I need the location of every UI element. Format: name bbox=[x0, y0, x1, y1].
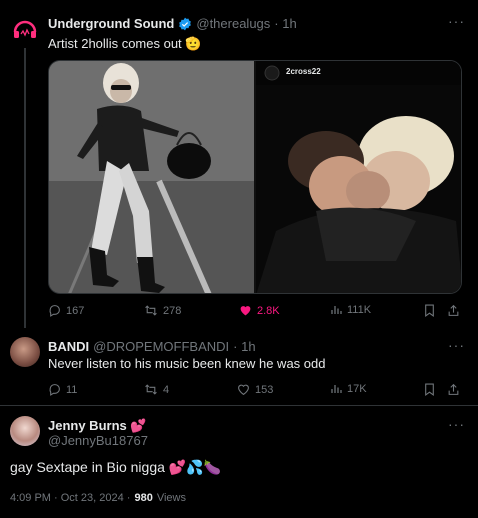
author-name[interactable]: Jenny Burns 💕 bbox=[48, 418, 147, 433]
reply-count: 167 bbox=[66, 304, 85, 317]
tweet-text: Never listen to his music been knew he w… bbox=[48, 356, 326, 371]
views-count: 17K bbox=[347, 383, 367, 395]
post-time[interactable]: · 1h bbox=[233, 339, 255, 354]
bookmark-button[interactable] bbox=[424, 383, 435, 401]
post-time[interactable]: · 1h bbox=[274, 16, 296, 31]
video-credit-label: 2cross22 bbox=[286, 67, 321, 76]
like-button[interactable]: 2.8K bbox=[239, 304, 280, 317]
tweet-meta: 4:09 PM · Oct 23, 2024 · 980 Views bbox=[10, 492, 186, 504]
author-handle[interactable]: @JennyBu18767 bbox=[48, 433, 148, 448]
views-label: Views bbox=[156, 492, 186, 504]
more-options-button[interactable]: ··· bbox=[448, 337, 465, 353]
like-count: 153 bbox=[255, 383, 274, 396]
author-name[interactable]: BANDI bbox=[48, 339, 89, 354]
media-container[interactable]: 2cross22 bbox=[48, 60, 462, 294]
divider bbox=[0, 405, 478, 406]
retweet-icon bbox=[145, 305, 157, 316]
views-count: 980 bbox=[134, 492, 153, 504]
tweet-text: gay Sextape in Bio nigga 💕💦🍆 bbox=[10, 459, 222, 475]
retweet-button[interactable]: 4 bbox=[144, 383, 169, 396]
heart-filled-icon bbox=[240, 306, 251, 316]
views-bar-icon bbox=[331, 385, 342, 393]
avatar[interactable] bbox=[10, 337, 40, 367]
photo-person-sitting[interactable] bbox=[49, 61, 254, 293]
reply-count: 11 bbox=[66, 383, 78, 396]
more-options-button[interactable]: ··· bbox=[448, 416, 465, 432]
post-timestamp[interactable]: 4:09 PM · Oct 23, 2024 · bbox=[10, 492, 130, 504]
retweet-count: 4 bbox=[163, 383, 170, 396]
bookmark-icon bbox=[425, 383, 434, 396]
share-icon bbox=[448, 383, 459, 395]
video-kiss[interactable]: 2cross22 bbox=[256, 61, 461, 293]
bookmark-button[interactable] bbox=[424, 304, 435, 322]
reply-button[interactable]: 167 bbox=[48, 304, 84, 317]
retweet-count: 278 bbox=[163, 304, 182, 317]
verified-badge-icon bbox=[179, 17, 192, 30]
views-count: 111K bbox=[347, 304, 372, 316]
avatar[interactable] bbox=[10, 14, 40, 44]
retweet-icon bbox=[145, 384, 157, 395]
avatar[interactable] bbox=[10, 416, 40, 446]
reply-icon bbox=[49, 384, 60, 396]
bookmark-icon bbox=[425, 304, 434, 317]
like-button[interactable]: 153 bbox=[237, 383, 273, 396]
retweet-button[interactable]: 278 bbox=[144, 304, 181, 317]
author-name[interactable]: Underground Sound bbox=[48, 16, 174, 31]
author-handle[interactable]: @DROPEMOFFBANDI bbox=[93, 339, 229, 354]
share-button[interactable] bbox=[447, 383, 460, 401]
reply-button[interactable]: 11 bbox=[48, 383, 77, 396]
views-button[interactable]: 111K bbox=[330, 304, 371, 316]
views-bar-icon bbox=[331, 306, 342, 314]
share-icon bbox=[448, 304, 459, 316]
views-button[interactable]: 17K bbox=[330, 383, 367, 395]
tweet-text: Artist 2hollis comes out 🫡 bbox=[48, 36, 202, 51]
like-count: 2.8K bbox=[257, 304, 280, 317]
share-button[interactable] bbox=[447, 304, 460, 322]
author-handle[interactable]: @therealugs bbox=[196, 16, 270, 31]
heart-icon bbox=[238, 384, 249, 396]
thread-line bbox=[24, 48, 26, 328]
headphones-icon bbox=[13, 20, 37, 38]
more-options-button[interactable]: ··· bbox=[448, 13, 465, 29]
reply-icon bbox=[49, 305, 60, 317]
